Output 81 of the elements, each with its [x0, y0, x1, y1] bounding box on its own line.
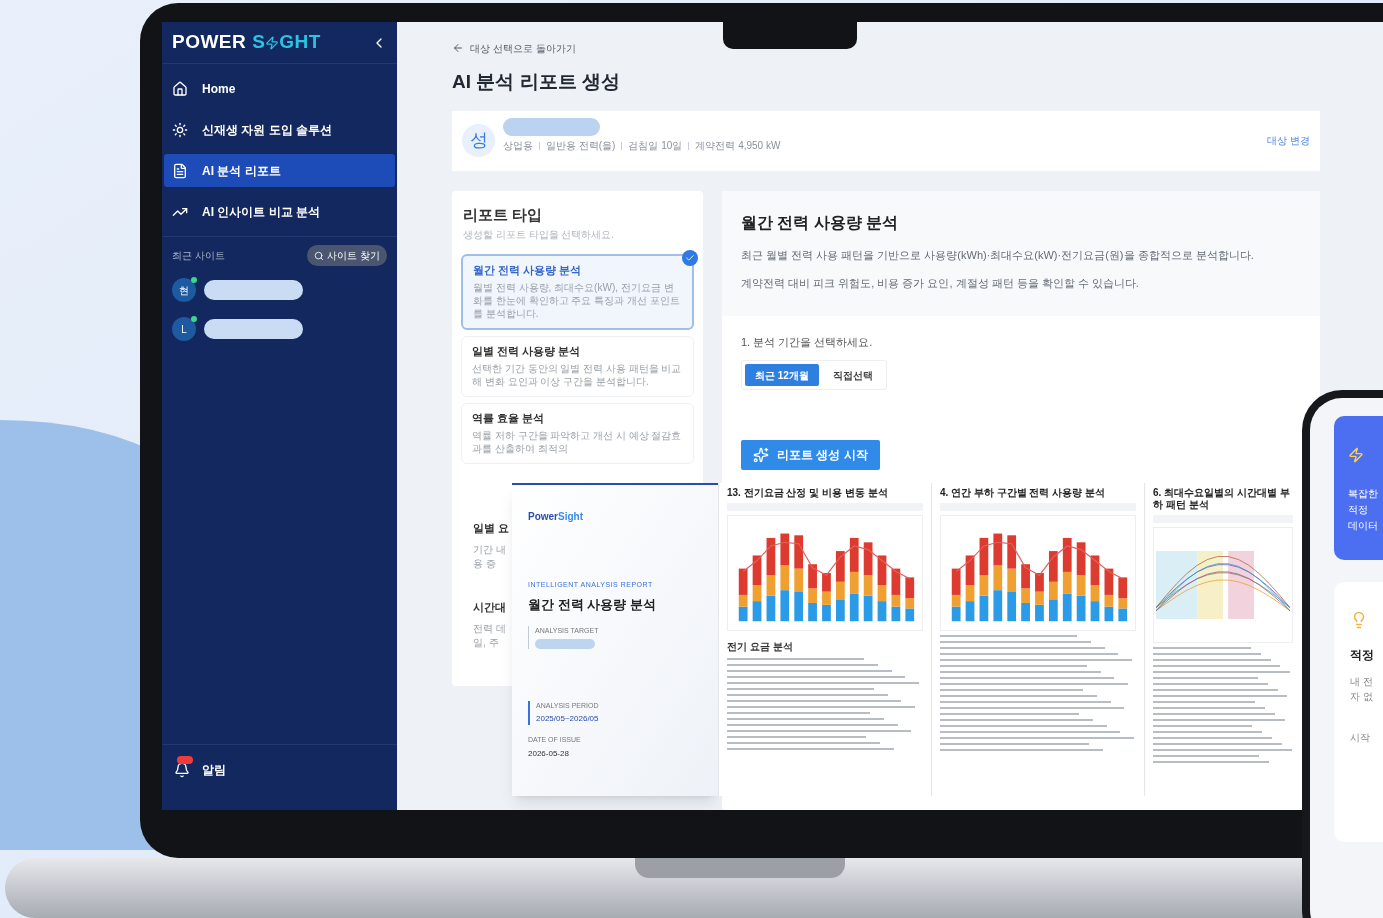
stacked-bar	[891, 568, 901, 622]
nav-icon	[172, 162, 188, 179]
period-text: 2025/05~2026/05	[536, 713, 600, 725]
stacked-bar	[1090, 555, 1100, 622]
stacked-bar	[965, 555, 975, 622]
site-avatar[interactable]: 현	[172, 278, 196, 302]
back-link[interactable]: 대상 선택으로 돌아가기	[452, 40, 1383, 56]
brand-text: Power	[528, 511, 558, 522]
nav-item[interactable]: AI 분석 리포트	[164, 154, 395, 187]
search-icon	[314, 250, 325, 261]
nav-item[interactable]: 알림	[202, 760, 226, 779]
page-heading: 4. 연간 부하 구간별 전력 사용량 분석	[940, 487, 1106, 499]
date-text: 2026-05-28	[528, 747, 570, 760]
stacked-bar	[1035, 573, 1044, 622]
detail-paragraph: 계약전력 대비 피크 위험도, 비용 증가 요인, 계절성 패턴 등을 확인할 수 있습니다.	[741, 276, 1140, 291]
meta-text: 검침일 10일	[628, 139, 683, 153]
logo-text: POWER	[172, 30, 247, 55]
stacked-bar	[822, 573, 831, 622]
redacted-name-bar	[535, 638, 595, 649]
stacked-bar	[905, 577, 915, 622]
card-action[interactable]: 시작	[1350, 730, 1383, 745]
highlight-band	[1228, 551, 1254, 619]
stacked-bar	[752, 555, 762, 622]
page-title: AI 분석 리포트 생성	[452, 70, 621, 94]
stacked-bar	[738, 568, 748, 622]
nav-icon	[172, 80, 188, 97]
change-target-link[interactable]: 대상 변경	[1267, 133, 1310, 148]
page-heading: 6. 최대수요일별의 시간대별 부하 패턴 분석	[1153, 487, 1291, 511]
cover-title: 월간 전력 사용량 분석	[528, 595, 657, 614]
nav-icon	[172, 121, 188, 138]
period-option[interactable]: 직접선택	[822, 364, 883, 386]
card-title: 적정	[1350, 647, 1375, 664]
stacked-bar	[1118, 577, 1128, 622]
option-description: 용 증	[473, 556, 497, 571]
option-description: 일, 주	[473, 635, 500, 650]
stacked-bar	[1048, 551, 1058, 622]
option-title: 역률 효율 분석	[472, 411, 546, 425]
stacked-bar	[1104, 568, 1114, 622]
stacked-bar	[951, 568, 961, 622]
panel-title: 리포트 타입	[462, 204, 544, 225]
target-avatar: 성	[462, 124, 495, 157]
step-label: 1. 분석 기간을 선택하세요.	[741, 334, 874, 350]
find-site-button[interactable]: 사이트 찾기	[307, 245, 387, 266]
option-description: 기간 내	[473, 542, 505, 557]
section-label: 최근 사이트	[172, 249, 225, 263]
meta-text: 계약전력 4,950 kW	[695, 139, 781, 153]
bell-icon[interactable]	[174, 761, 190, 778]
brand-text: Sight	[558, 511, 583, 522]
report-type-option[interactable]: 일별 전력 사용량 분석 선택한 기간 동안의 일별 전력 사용 패턴을 비교해 변화 요인과 이상 구간을 분석합니다.	[461, 335, 694, 397]
meta-text: 상업용	[503, 139, 533, 153]
detail-paragraph: 최근 월별 전력 사용 패턴을 기반으로 사용량(kWh)·최대수요(kW)·전기요금(원)을 종합적으로 분석합니다.	[741, 247, 1255, 263]
option-description: 역률 저하 구간을 파악하고 개선 시 예상 절감효과를 산출하여 최적의	[472, 428, 683, 455]
hero-text: 복잡한 적정 데이터	[1348, 487, 1379, 533]
stacked-bar	[808, 564, 817, 622]
section-heading: 전기 요금 분석	[727, 640, 794, 654]
report-type-option[interactable]: 역률 효율 분석 역률 저하 구간을 파악하고 개선 시 예상 절감효과를 산출하여 최적의	[461, 402, 694, 464]
meta-text: 일반용 전력(을)	[546, 139, 616, 153]
bolt-icon	[1348, 446, 1364, 464]
sparkle-icon	[753, 447, 769, 463]
start-report-button[interactable]: 리포트 생성 시작	[741, 440, 880, 470]
option-description: 월별 전력 사용량, 최대수요(kW), 전기요금 변화를 한눈에 확인하고 주요 특징과 개선 포인트를 분석합니다.	[473, 280, 681, 320]
nav-item[interactable]: AI 인사이트 비교 분석	[164, 195, 395, 228]
page-heading: 13. 전기요금 산정 및 비용 변동 분석	[727, 487, 889, 499]
option-title: 월간 전력 사용량 분석	[473, 263, 583, 277]
stacked-bar	[877, 555, 887, 622]
option-description: 전력 데	[473, 621, 505, 636]
detail-title: 월간 전력 사용량 분석	[741, 212, 900, 233]
card-text: 내 전 자 없	[1350, 675, 1374, 704]
nav-item[interactable]: Home	[164, 72, 395, 105]
panel-hint: 생성할 리포트 타입을 선택하세요.	[462, 227, 616, 242]
period-option[interactable]: 최근 12개월	[745, 364, 819, 386]
nav-item[interactable]: 신재생 자원 도입 솔루션	[164, 113, 395, 146]
option-title: 일별 전력 사용량 분석	[472, 344, 582, 358]
stacked-bar	[1021, 564, 1030, 622]
stacked-bar	[835, 551, 845, 622]
option-description: 선택한 기간 동안의 일별 전력 사용 패턴을 비교해 변화 요인과 이상 구간을 분석합니다.	[472, 361, 683, 388]
option-title[interactable]: 시간대	[473, 600, 505, 614]
logo-text: GHT	[279, 30, 321, 55]
arrow-left-icon	[452, 42, 464, 54]
site-avatar[interactable]: L	[172, 317, 196, 341]
logo-text: S	[252, 30, 266, 55]
